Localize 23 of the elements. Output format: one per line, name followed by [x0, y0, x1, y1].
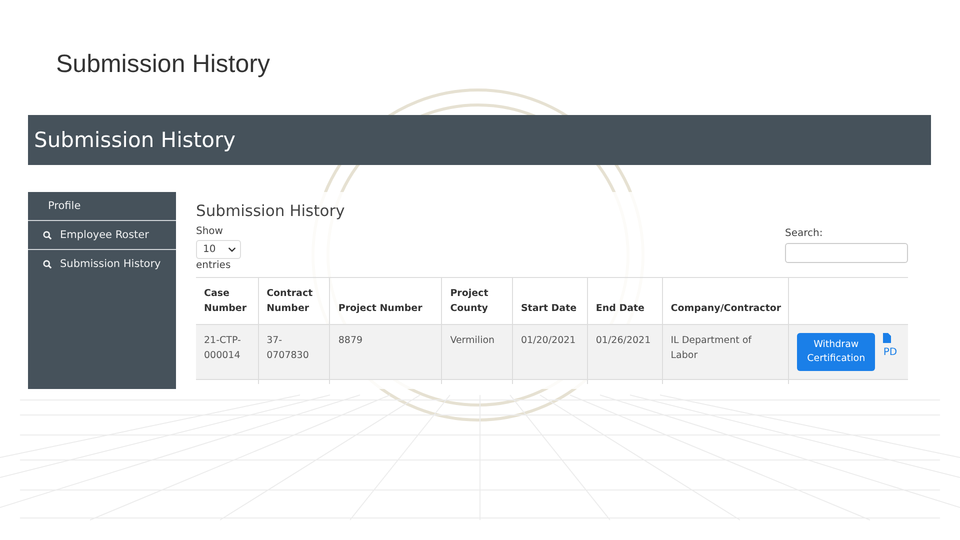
section-heading: Submission History [196, 202, 345, 220]
banner-title: Submission History [34, 128, 236, 152]
chevron-icon [228, 247, 236, 252]
sidebar-item[interactable]: Profile [28, 192, 176, 221]
search-field[interactable] [785, 243, 908, 263]
page-size-select[interactable]: 10 [196, 240, 241, 259]
entries-label: entries [196, 260, 232, 271]
search-icon [43, 230, 52, 240]
withdraw-button[interactable]: Withdraw Certification [796, 333, 876, 371]
search-label: Search: [785, 228, 824, 239]
sidebar-item[interactable]: Submission History [28, 250, 176, 278]
table-cell: 21-CTP-000014 [196, 324, 258, 380]
table-cell: IL Department of Labor [662, 324, 788, 380]
table-cell: 37-0707830 [258, 324, 330, 380]
table-cell: Vermilion [442, 324, 512, 380]
slide-title: Submission History [56, 50, 271, 80]
show-label: Show [196, 226, 224, 237]
sidebar-item[interactable]: Employee Roster [28, 221, 176, 250]
table-cell: 01/26/2021 [587, 324, 662, 380]
pdf-link[interactable]: PD [883, 345, 898, 360]
table-cell: 8879 [330, 324, 442, 380]
table-cell: 01/20/2021 [512, 324, 588, 380]
search-icon [43, 260, 52, 268]
